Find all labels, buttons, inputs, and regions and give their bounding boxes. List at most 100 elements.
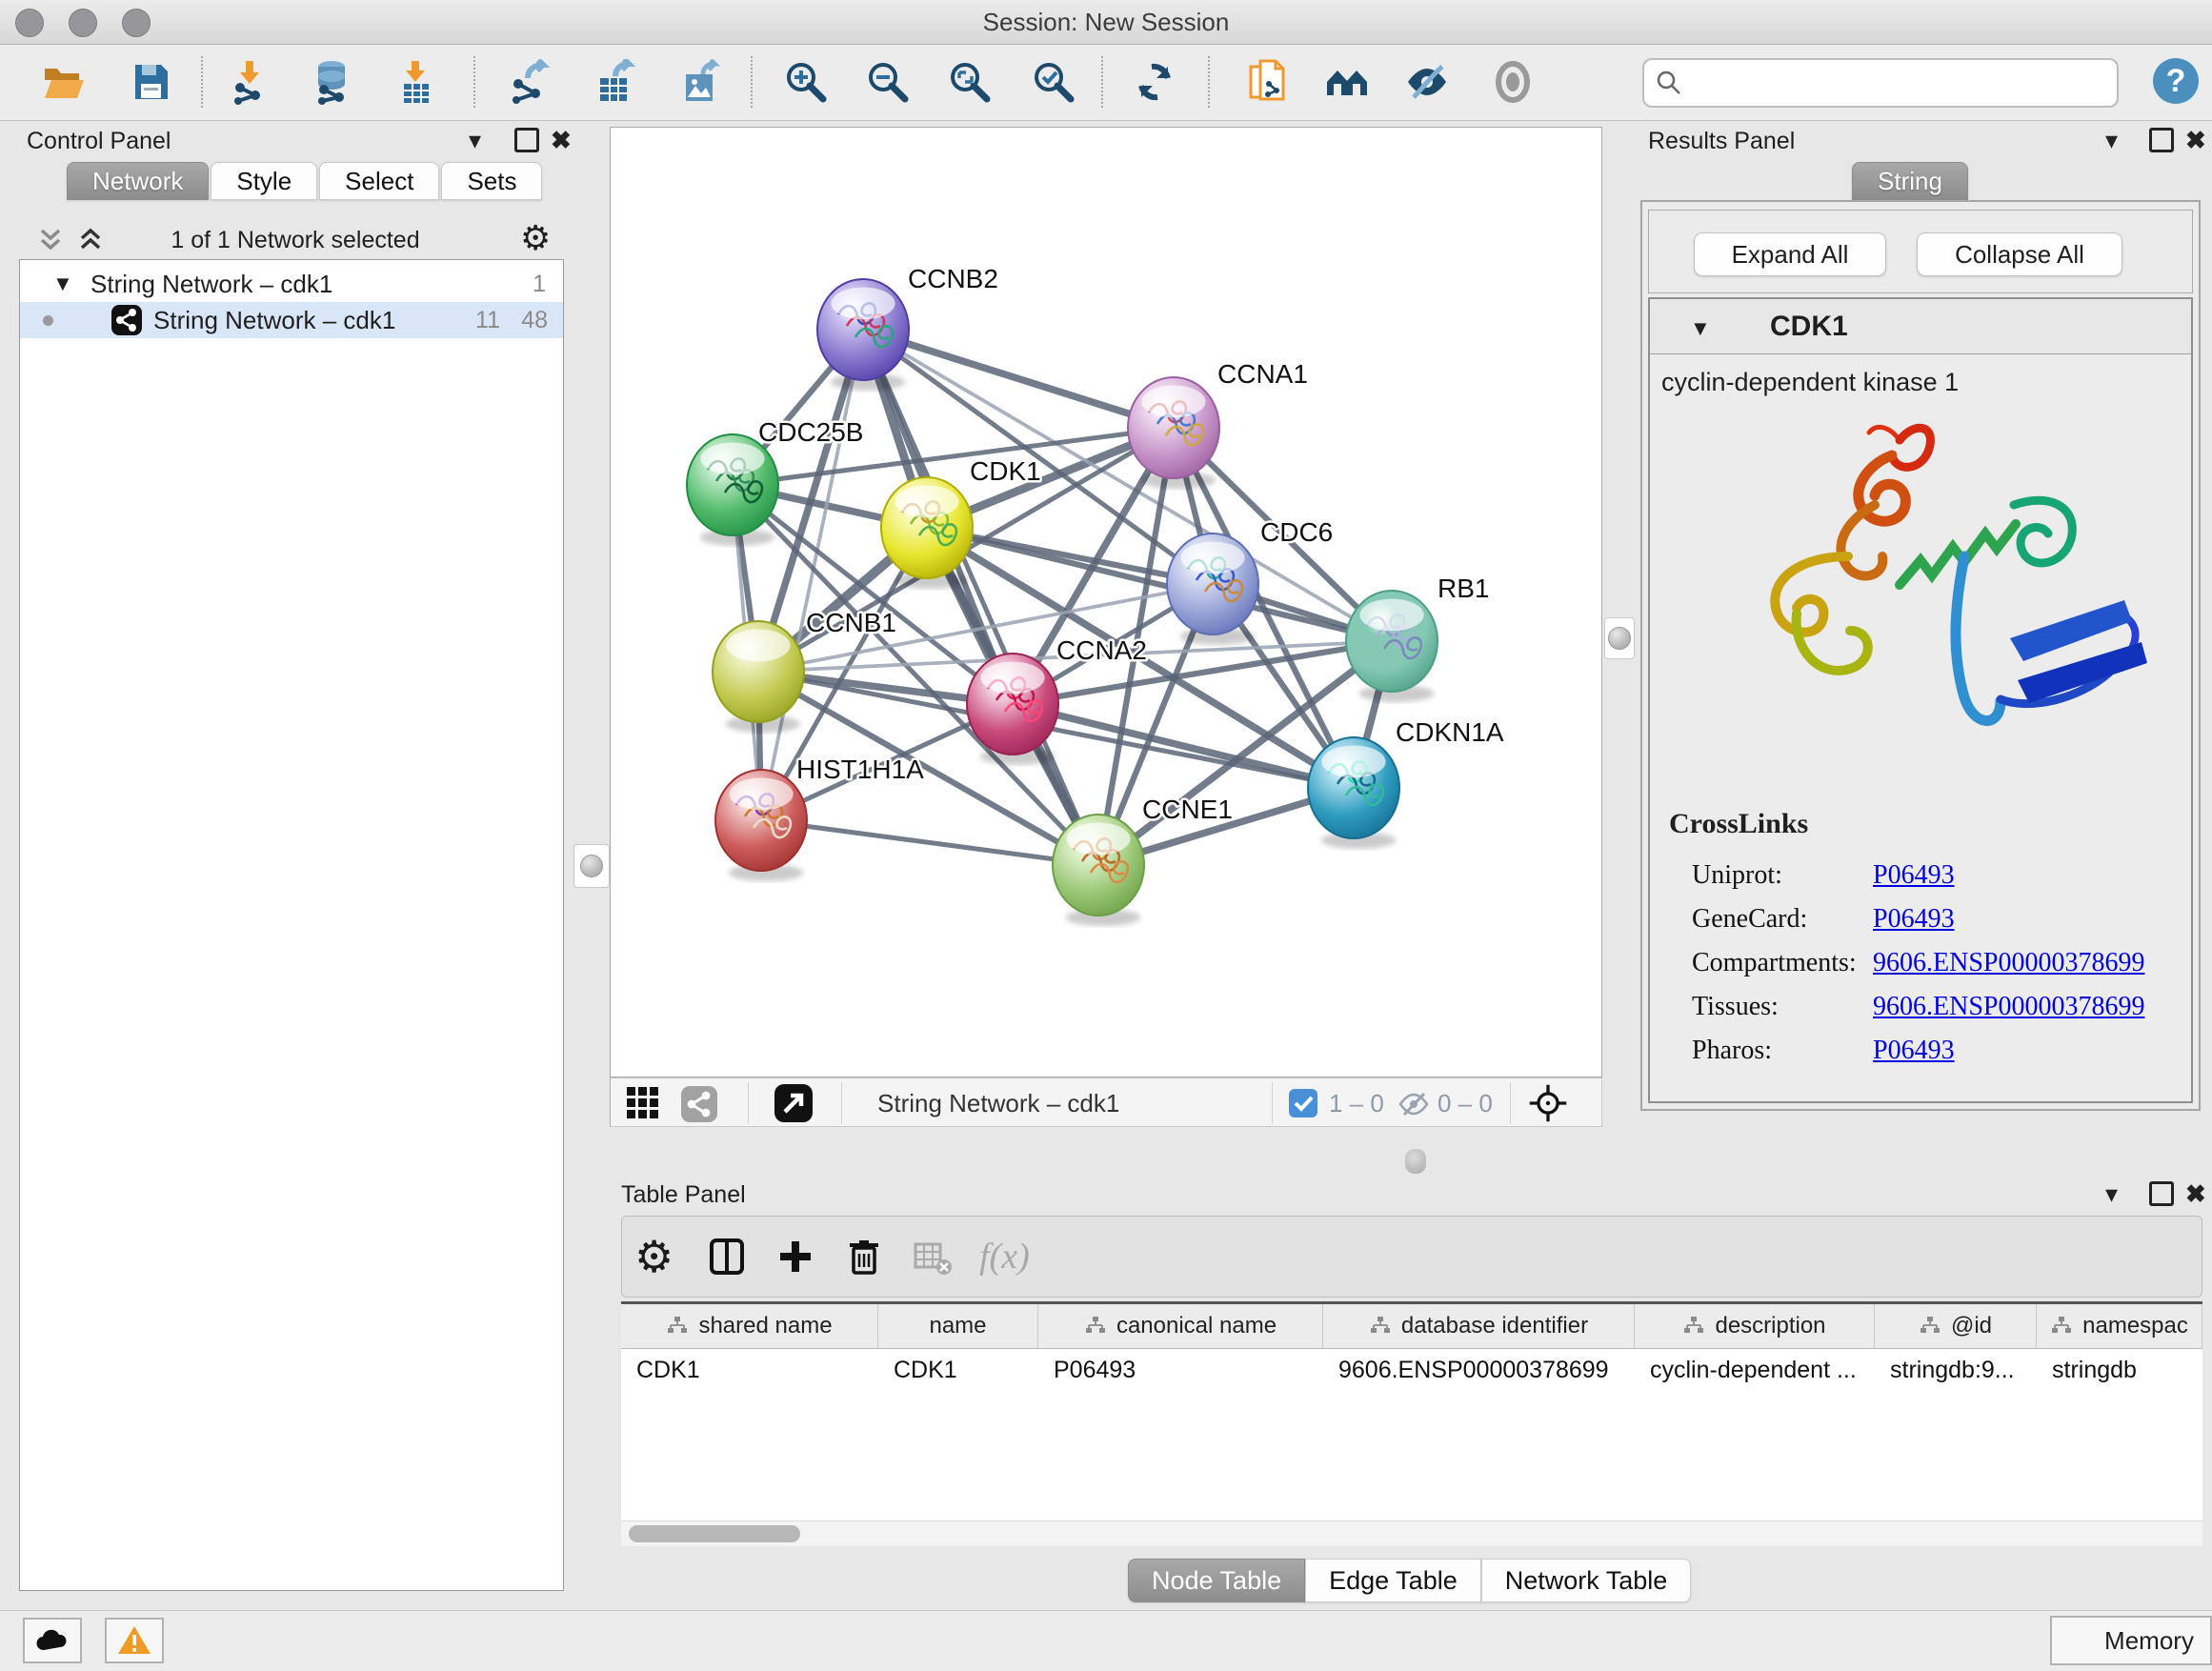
search-field[interactable]	[1642, 58, 2119, 108]
table-panel-float-icon[interactable]	[2149, 1181, 2174, 1206]
export-table-icon[interactable]	[593, 59, 638, 105]
add-column-icon[interactable]	[774, 1235, 817, 1278]
crosslink-value-link[interactable]: 9606.ENSP00000378699	[1873, 948, 2144, 978]
results-panel-close-icon[interactable]: ✖	[2185, 128, 2206, 152]
cloud-status-button[interactable]	[23, 1618, 82, 1663]
network-canvas[interactable]: CCNB2CCNA1CDC25BCDK1CDC6RB1CCNB1CCNA2CDK…	[610, 127, 1602, 1077]
network-node-HIST1H1A[interactable]	[715, 770, 807, 881]
zoom-out-icon[interactable]	[865, 59, 911, 105]
selected-checkbox-icon[interactable]	[1289, 1089, 1317, 1117]
table-panel-menu-icon[interactable]: ▾	[2105, 1181, 2118, 1206]
show-columns-icon[interactable]	[705, 1235, 749, 1278]
export-network-icon[interactable]	[507, 59, 553, 105]
horizontal-splitter-handle[interactable]	[1405, 1149, 1426, 1174]
network-node-CCNE1[interactable]	[1053, 815, 1144, 926]
refresh-layout-icon[interactable]	[1132, 59, 1177, 105]
import-network-file-icon[interactable]	[227, 59, 272, 105]
crosslink-value-link[interactable]: P06493	[1873, 904, 1955, 935]
memory-button[interactable]: Memory	[2050, 1616, 2212, 1665]
save-session-icon[interactable]	[128, 59, 173, 105]
open-session-icon[interactable]	[40, 59, 86, 105]
delete-column-icon[interactable]	[842, 1235, 886, 1278]
warning-status-button[interactable]	[105, 1618, 164, 1663]
network-options-gear-icon[interactable]: ⚙	[520, 219, 551, 258]
clone-network-icon[interactable]	[1244, 59, 1290, 105]
table-settings-gear-icon[interactable]: ⚙	[634, 1235, 678, 1278]
network-edge-HIST1H1A-CCNE1[interactable]	[761, 820, 1098, 865]
crosslink-value-link[interactable]: 9606.ENSP00000378699	[1873, 992, 2144, 1022]
network-node-CCNB1[interactable]	[713, 621, 804, 733]
open-in-window-icon[interactable]	[774, 1084, 813, 1127]
import-network-database-icon[interactable]	[309, 59, 354, 105]
network-node-CDC25B[interactable]	[687, 434, 778, 546]
table-horizontal-scrollbar[interactable]	[621, 1520, 2202, 1546]
column-header-namespac[interactable]: namespac	[2037, 1304, 2202, 1348]
network-node-CCNB2[interactable]	[817, 279, 909, 391]
show-eye-icon[interactable]	[1490, 59, 1536, 105]
zoom-selected-icon[interactable]	[1031, 59, 1076, 105]
export-image-icon[interactable]	[678, 59, 724, 105]
column-header-database-identifier[interactable]: database identifier	[1323, 1304, 1635, 1348]
results-panel-float-icon[interactable]	[2149, 128, 2174, 152]
hide-selected-icon[interactable]	[1404, 59, 1450, 105]
table-cell[interactable]: 9606.ENSP00000378699	[1323, 1349, 1635, 1391]
table-row[interactable]: CDK1CDK1P064939606.ENSP00000378699cyclin…	[621, 1349, 2202, 1391]
network-graph[interactable]: CCNB2CCNA1CDC25BCDK1CDC6RB1CCNB1CCNA2CDK…	[611, 128, 1601, 1077]
import-table-file-icon[interactable]	[392, 59, 438, 105]
column-header-description[interactable]: description	[1635, 1304, 1875, 1348]
hidden-eye-icon[interactable]	[1398, 1088, 1430, 1125]
gene-card-header[interactable]: ▼ CDK1	[1650, 299, 2191, 354]
network-collection-row[interactable]: ▼ String Network – cdk1 1	[20, 266, 563, 302]
tab-string[interactable]: String	[1852, 162, 1968, 200]
crosslink-row: Uniprot:P06493	[1692, 854, 2144, 897]
gene-card-expander-icon[interactable]: ▼	[1690, 316, 1711, 341]
tab-network[interactable]: Network	[67, 162, 209, 200]
zoom-fit-icon[interactable]	[947, 59, 993, 105]
show-all-networks-icon[interactable]	[1324, 59, 1370, 105]
table-cell[interactable]: CDK1	[878, 1349, 1038, 1391]
help-button[interactable]: ?	[2153, 58, 2199, 104]
tab-select[interactable]: Select	[319, 162, 439, 200]
control-panel-float-icon[interactable]	[514, 128, 539, 152]
table-cell[interactable]: stringdb	[2037, 1349, 2202, 1391]
collapse-all-tree-icon[interactable]	[36, 225, 65, 258]
network-node-CCNA1[interactable]	[1128, 377, 1219, 489]
network-edge-CCNB2-CCNE1[interactable]	[863, 330, 1098, 865]
function-builder-icon-disabled: f(x)	[979, 1235, 1023, 1278]
network-node-RB1[interactable]	[1346, 591, 1438, 702]
collapse-all-button[interactable]: Collapse All	[1917, 232, 2122, 276]
column-header-name[interactable]: name	[878, 1304, 1038, 1348]
crosslink-value-link[interactable]: P06493	[1873, 1036, 1955, 1066]
column-header-canonical-name[interactable]: canonical name	[1038, 1304, 1323, 1348]
grid-view-icon[interactable]	[626, 1086, 660, 1125]
network-row-selected[interactable]: String Network – cdk1 11 48	[20, 302, 563, 338]
network-node-CDKN1A[interactable]	[1308, 737, 1399, 849]
tab-sets[interactable]: Sets	[441, 162, 542, 200]
table-cell[interactable]: P06493	[1038, 1349, 1323, 1391]
tab-style[interactable]: Style	[211, 162, 317, 200]
control-panel-menu-icon[interactable]: ▾	[469, 128, 481, 152]
expand-all-button[interactable]: Expand All	[1694, 232, 1886, 276]
left-splitter-handle[interactable]	[573, 844, 610, 888]
crosslink-value-link[interactable]: P06493	[1873, 860, 1955, 891]
collection-expander-icon[interactable]: ▼	[52, 266, 73, 302]
tab-node-table[interactable]: Node Table	[1128, 1559, 1305, 1602]
birds-eye-crosshair-icon[interactable]	[1527, 1082, 1569, 1129]
table-panel-close-icon[interactable]: ✖	[2185, 1181, 2206, 1206]
scrollbar-thumb[interactable]	[629, 1525, 800, 1542]
table-cell[interactable]: stringdb:9...	[1875, 1349, 2037, 1391]
zoom-in-icon[interactable]	[783, 59, 829, 105]
control-panel-close-icon[interactable]: ✖	[551, 128, 572, 152]
search-input[interactable]	[1682, 63, 2117, 103]
column-header-shared-name[interactable]: shared name	[621, 1304, 878, 1348]
table-cell[interactable]: cyclin-dependent ...	[1635, 1349, 1875, 1391]
right-splitter-handle[interactable]	[1604, 617, 1635, 659]
results-panel-menu-icon[interactable]: ▾	[2105, 128, 2118, 152]
column-header--id[interactable]: @id	[1875, 1304, 2037, 1348]
expand-all-tree-icon[interactable]	[76, 225, 105, 258]
table-cell[interactable]: CDK1	[621, 1349, 878, 1391]
tab-network-table[interactable]: Network Table	[1481, 1559, 1692, 1602]
share-network-icon[interactable]	[681, 1086, 717, 1127]
network-edge-CCNB2-CCNA1[interactable]	[863, 330, 1174, 428]
tab-edge-table[interactable]: Edge Table	[1305, 1559, 1481, 1602]
